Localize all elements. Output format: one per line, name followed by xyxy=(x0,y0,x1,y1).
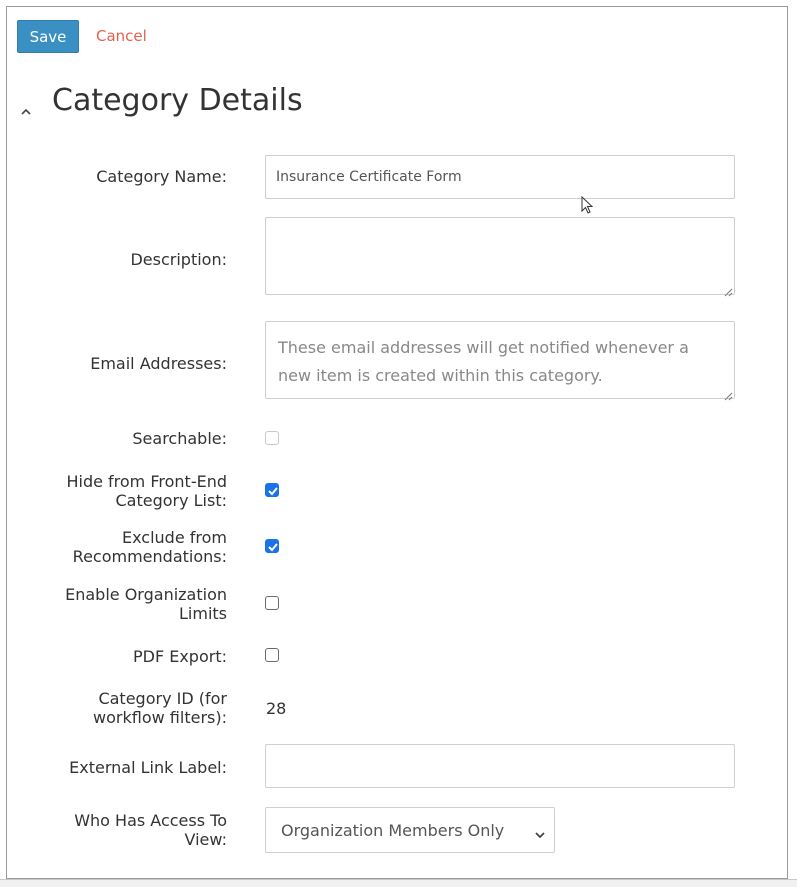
enable-org-limits-checkbox[interactable] xyxy=(265,596,279,610)
checkmark-icon xyxy=(268,487,278,496)
cancel-link[interactable]: Cancel xyxy=(96,27,147,45)
searchable-label: Searchable: xyxy=(132,429,227,448)
description-label: Description: xyxy=(130,250,227,269)
category-id-label: Category ID (for workflow filters): xyxy=(93,689,227,727)
resize-grip-icon[interactable] xyxy=(723,386,733,401)
enable-org-limits-label: Enable Organization Limits xyxy=(65,585,227,623)
access-label: Who Has Access To View: xyxy=(74,811,227,849)
bottom-bar xyxy=(0,879,797,887)
save-button[interactable]: Save xyxy=(17,20,79,53)
category-name-label: Category Name: xyxy=(96,167,227,186)
email-addresses-textarea[interactable] xyxy=(265,321,735,399)
category-name-input[interactable] xyxy=(265,155,735,199)
exclude-recommendations-checkbox[interactable] xyxy=(265,539,279,553)
checkmark-icon xyxy=(268,543,278,552)
exclude-recommendations-label: Exclude from Recommendations: xyxy=(72,528,227,566)
pdf-export-label: PDF Export: xyxy=(132,647,227,666)
email-addresses-label: Email Addresses: xyxy=(90,354,227,373)
external-link-label-input[interactable] xyxy=(265,744,735,788)
hide-from-list-label: Hide from Front-End Category List: xyxy=(66,472,227,510)
access-select-value: Organization Members Only xyxy=(281,820,505,840)
pdf-export-checkbox[interactable] xyxy=(265,648,279,662)
description-textarea[interactable] xyxy=(265,217,735,295)
searchable-checkbox[interactable] xyxy=(265,431,279,445)
access-select[interactable]: Organization Members Only xyxy=(265,807,555,853)
chevron-down-icon xyxy=(534,825,546,844)
mouse-cursor-icon xyxy=(581,195,595,220)
hide-from-list-checkbox[interactable] xyxy=(265,483,279,497)
category-id-value: 28 xyxy=(266,699,287,718)
category-form-panel: Save Cancel Category Details Category Na… xyxy=(6,6,788,879)
section-title: Category Details xyxy=(52,83,303,118)
chevron-up-icon[interactable] xyxy=(20,103,32,115)
resize-grip-icon[interactable] xyxy=(723,282,733,297)
external-link-label-label: External Link Label: xyxy=(69,758,227,777)
